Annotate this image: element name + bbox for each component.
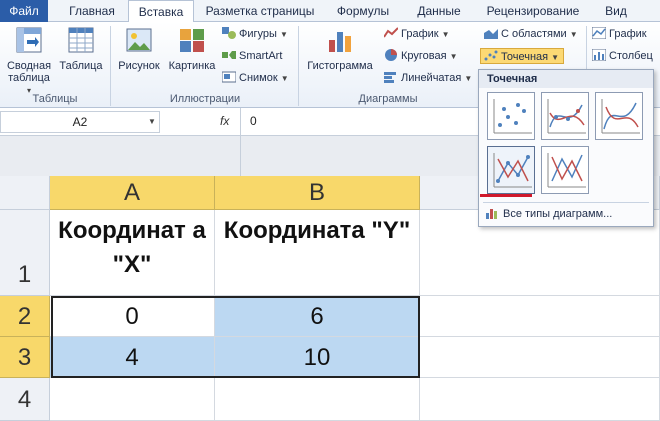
table-label: Таблица xyxy=(59,60,103,72)
shapes-icon xyxy=(222,27,236,39)
clipart-button[interactable]: Картинка xyxy=(166,26,218,72)
cell-b1[interactable]: Координата "Y" xyxy=(215,210,420,296)
scatter-chart-gallery: Точечная Все типы диаграмм... xyxy=(478,69,654,227)
screenshot-button[interactable]: Снимок ▼ xyxy=(221,70,289,86)
scatter-chart-icon xyxy=(484,50,498,62)
table-icon xyxy=(68,27,94,53)
scatter-smooth-lines-icon xyxy=(601,99,640,134)
tab-formulas[interactable]: Формулы xyxy=(328,0,398,22)
line-chart-button[interactable]: График ▼ xyxy=(383,26,450,42)
bar-chart-icon xyxy=(384,71,398,83)
pie-chart-icon xyxy=(384,49,398,61)
group-separator xyxy=(298,26,299,106)
tables-group-label: Таблицы xyxy=(32,93,78,105)
bar-chart-button[interactable]: Линейчатая ▼ xyxy=(384,70,472,86)
shapes-button[interactable]: Фигуры ▼ xyxy=(222,26,288,42)
row-header-2[interactable]: 2 xyxy=(0,296,50,337)
chevron-down-icon: ▼ xyxy=(551,53,560,62)
sparkline-line-icon xyxy=(591,26,607,40)
picture-button[interactable]: Рисунок xyxy=(114,26,164,72)
area-chart-button[interactable]: С областями ▼ xyxy=(484,26,578,42)
scatter-straight-lines-icon xyxy=(547,153,586,188)
formula-input[interactable]: 0 xyxy=(250,111,257,131)
select-all-corner[interactable] xyxy=(0,176,50,210)
table-button[interactable]: Таблица xyxy=(56,26,106,72)
cell-a4[interactable] xyxy=(50,378,215,421)
tab-review[interactable]: Рецензирование xyxy=(478,0,588,22)
scatter-straight-markers-icon xyxy=(493,153,532,188)
line-chart-icon xyxy=(383,27,399,39)
charts-group-label: Диаграммы xyxy=(358,93,418,105)
row-header-3[interactable]: 3 xyxy=(0,337,50,378)
screenshot-icon xyxy=(221,71,237,83)
group-separator xyxy=(110,26,111,106)
cell-a1[interactable]: Координат а "X" xyxy=(50,210,215,296)
cell-c3[interactable] xyxy=(420,337,660,378)
all-charts-icon xyxy=(486,209,497,219)
scatter-markers-icon xyxy=(493,99,532,134)
pie-chart-button[interactable]: Круговая ▼ xyxy=(384,48,458,64)
name-box[interactable]: A2 xyxy=(0,111,160,133)
clipart-label: Картинка xyxy=(168,60,216,72)
pivot-table-button[interactable]: Сводная таблица ▾ xyxy=(2,26,56,97)
pivot-table-label: Сводная таблица xyxy=(6,60,52,84)
tab-home[interactable]: Главная xyxy=(56,0,128,22)
histogram-button[interactable]: Гистограмма xyxy=(302,26,378,72)
formula-bar-divider xyxy=(240,108,241,176)
illustrations-group-label: Иллюстрации xyxy=(169,93,241,105)
area-chart-icon xyxy=(484,27,498,39)
chevron-down-icon: ▼ xyxy=(148,117,156,126)
gallery-divider xyxy=(483,202,649,203)
scatter-smooth-markers-thumb[interactable] xyxy=(541,92,589,140)
ribbon-tabs: Файл Главная Вставка Разметка страницы Ф… xyxy=(0,0,660,23)
scatter-straight-markers-thumb[interactable] xyxy=(487,146,535,194)
chevron-down-icon: ▼ xyxy=(449,52,458,61)
highlight-underline xyxy=(480,194,532,197)
scatter-chart-button[interactable]: Точечная ▼ xyxy=(480,48,564,64)
tab-file[interactable]: Файл xyxy=(0,0,48,22)
scatter-straight-lines-thumb[interactable] xyxy=(541,146,589,194)
cell-c2[interactable] xyxy=(420,296,660,337)
row-header-4[interactable]: 4 xyxy=(0,378,50,421)
scatter-smooth-markers-icon xyxy=(547,99,586,134)
sparkline-column-button[interactable]: Столбец xyxy=(591,48,653,64)
picture-icon xyxy=(126,28,152,52)
tab-view[interactable]: Вид xyxy=(596,0,636,22)
histogram-label: Гистограмма xyxy=(307,60,373,72)
tab-page-layout[interactable]: Разметка страницы xyxy=(198,0,322,22)
sparkline-column-icon xyxy=(591,48,607,62)
cell-b4[interactable] xyxy=(215,378,420,421)
smartart-icon xyxy=(222,49,236,61)
fx-icon[interactable]: fx xyxy=(220,111,229,131)
tab-insert[interactable]: Вставка xyxy=(128,0,194,23)
column-header-b[interactable]: B xyxy=(215,176,420,210)
row-header-1[interactable]: 1 xyxy=(0,210,50,296)
chevron-down-icon: ▼ xyxy=(280,74,289,83)
histogram-icon xyxy=(329,32,351,52)
chevron-down-icon: ▼ xyxy=(569,30,578,39)
selection-outline xyxy=(51,296,420,378)
scatter-smooth-lines-thumb[interactable] xyxy=(595,92,643,140)
scatter-markers-only-thumb[interactable] xyxy=(487,92,535,140)
sparkline-line-button[interactable]: График xyxy=(591,26,647,42)
picture-label: Рисунок xyxy=(118,60,160,72)
clipart-icon xyxy=(180,29,204,52)
gallery-title: Точечная xyxy=(479,70,653,88)
all-chart-types-link[interactable]: Все типы диаграмм... xyxy=(485,206,612,222)
cell-c4[interactable] xyxy=(420,378,660,421)
tab-data[interactable]: Данные xyxy=(406,0,472,22)
chevron-down-icon: ▼ xyxy=(279,30,288,39)
chevron-down-icon: ▼ xyxy=(464,74,473,83)
column-header-a[interactable]: A xyxy=(50,176,215,210)
chevron-down-icon: ▼ xyxy=(441,30,450,39)
smartart-button[interactable]: SmartArt xyxy=(222,48,282,64)
pivot-table-icon xyxy=(16,27,42,53)
